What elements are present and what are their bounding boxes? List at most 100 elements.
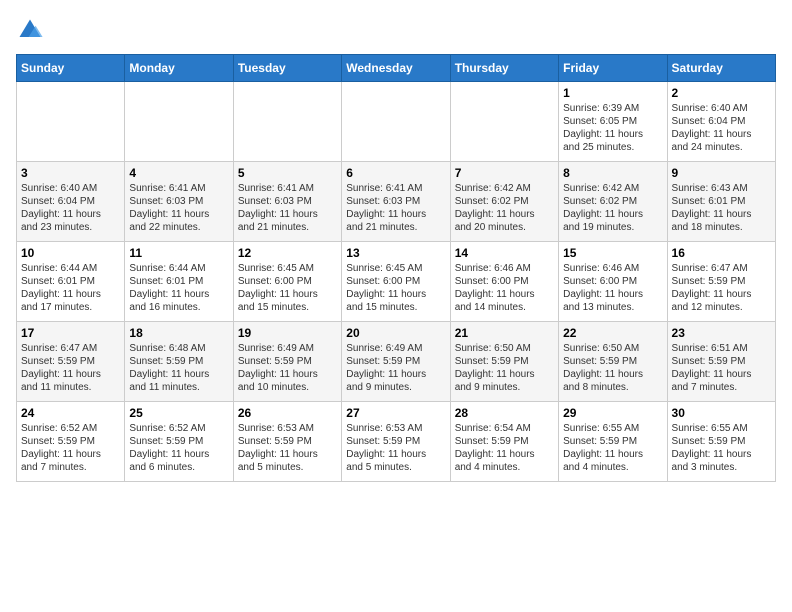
day-info: Sunrise: 6:42 AM Sunset: 6:02 PM Dayligh… (563, 182, 662, 234)
day-number: 29 (563, 406, 662, 420)
calendar-cell: 12 Sunrise: 6:45 AM Sunset: 6:00 PM Dayli… (233, 242, 341, 322)
day-info: Sunrise: 6:50 AM Sunset: 5:59 PM Dayligh… (455, 342, 554, 394)
day-info: Sunrise: 6:46 AM Sunset: 6:00 PM Dayligh… (563, 262, 662, 314)
day-number: 13 (346, 246, 445, 260)
weekday-header-saturday: Saturday (667, 55, 775, 82)
day-info: Sunrise: 6:47 AM Sunset: 5:59 PM Dayligh… (21, 342, 120, 394)
weekday-header-wednesday: Wednesday (342, 55, 450, 82)
logo-icon (16, 16, 44, 44)
weekday-header-monday: Monday (125, 55, 233, 82)
day-number: 4 (129, 166, 228, 180)
calendar-cell: 30 Sunrise: 6:55 AM Sunset: 5:59 PM Dayli… (667, 402, 775, 482)
calendar-cell: 14 Sunrise: 6:46 AM Sunset: 6:00 PM Dayli… (450, 242, 558, 322)
day-number: 12 (238, 246, 337, 260)
calendar-cell: 7 Sunrise: 6:42 AM Sunset: 6:02 PM Daylig… (450, 162, 558, 242)
day-info: Sunrise: 6:50 AM Sunset: 5:59 PM Dayligh… (563, 342, 662, 394)
calendar-cell: 23 Sunrise: 6:51 AM Sunset: 5:59 PM Dayli… (667, 322, 775, 402)
calendar-cell: 28 Sunrise: 6:54 AM Sunset: 5:59 PM Dayli… (450, 402, 558, 482)
day-number: 8 (563, 166, 662, 180)
day-info: Sunrise: 6:53 AM Sunset: 5:59 PM Dayligh… (346, 422, 445, 474)
day-number: 18 (129, 326, 228, 340)
calendar-cell: 18 Sunrise: 6:48 AM Sunset: 5:59 PM Dayli… (125, 322, 233, 402)
calendar-cell: 19 Sunrise: 6:49 AM Sunset: 5:59 PM Dayli… (233, 322, 341, 402)
day-info: Sunrise: 6:41 AM Sunset: 6:03 PM Dayligh… (346, 182, 445, 234)
calendar-cell: 15 Sunrise: 6:46 AM Sunset: 6:00 PM Dayli… (559, 242, 667, 322)
day-info: Sunrise: 6:44 AM Sunset: 6:01 PM Dayligh… (21, 262, 120, 314)
calendar-cell: 25Sunrise: 6:52 AM Sunset: 5:59 PM Dayli… (125, 402, 233, 482)
day-number: 28 (455, 406, 554, 420)
calendar-cell (17, 82, 125, 162)
day-number: 30 (672, 406, 771, 420)
week-row-4: 17 Sunrise: 6:47 AM Sunset: 5:59 PM Dayli… (17, 322, 776, 402)
week-row-5: 24 Sunrise: 6:52 AM Sunset: 5:59 PM Dayli… (17, 402, 776, 482)
day-number: 1 (563, 86, 662, 100)
day-info: Sunrise: 6:47 AM Sunset: 5:59 PM Dayligh… (672, 262, 771, 314)
day-info: Sunrise: 6:43 AM Sunset: 6:01 PM Dayligh… (672, 182, 771, 234)
day-number: 24 (21, 406, 120, 420)
calendar-cell: 5 Sunrise: 6:41 AM Sunset: 6:03 PM Daylig… (233, 162, 341, 242)
day-info: Sunrise: 6:54 AM Sunset: 5:59 PM Dayligh… (455, 422, 554, 474)
day-info: Sunrise: 6:41 AM Sunset: 6:03 PM Dayligh… (238, 182, 337, 234)
page-header (16, 16, 776, 44)
day-info: Sunrise: 6:48 AM Sunset: 5:59 PM Dayligh… (129, 342, 228, 394)
calendar-cell: 9 Sunrise: 6:43 AM Sunset: 6:01 PM Daylig… (667, 162, 775, 242)
day-number: 19 (238, 326, 337, 340)
day-number: 7 (455, 166, 554, 180)
calendar-cell: 20Sunrise: 6:49 AM Sunset: 5:59 PM Dayli… (342, 322, 450, 402)
calendar-cell: 13 Sunrise: 6:45 AM Sunset: 6:00 PM Dayli… (342, 242, 450, 322)
calendar-cell (342, 82, 450, 162)
day-info: Sunrise: 6:51 AM Sunset: 5:59 PM Dayligh… (672, 342, 771, 394)
weekday-header-tuesday: Tuesday (233, 55, 341, 82)
day-info: Sunrise: 6:40 AM Sunset: 6:04 PM Dayligh… (21, 182, 120, 234)
day-number: 10 (21, 246, 120, 260)
day-number: 16 (672, 246, 771, 260)
calendar-cell: 27 Sunrise: 6:53 AM Sunset: 5:59 PM Dayli… (342, 402, 450, 482)
calendar-cell: 1 Sunrise: 6:39 AM Sunset: 6:05 PM Daylig… (559, 82, 667, 162)
day-info: Sunrise: 6:49 AM Sunset: 5:59 PM Dayligh… (238, 342, 337, 394)
calendar-cell: 26Sunrise: 6:53 AM Sunset: 5:59 PM Dayli… (233, 402, 341, 482)
day-info: Sunrise: 6:55 AM Sunset: 5:59 PM Dayligh… (672, 422, 771, 474)
day-number: 6 (346, 166, 445, 180)
calendar-cell: 22 Sunrise: 6:50 AM Sunset: 5:59 PM Dayli… (559, 322, 667, 402)
calendar-cell: 11Sunrise: 6:44 AM Sunset: 6:01 PM Dayli… (125, 242, 233, 322)
weekday-header-friday: Friday (559, 55, 667, 82)
calendar-cell: 8 Sunrise: 6:42 AM Sunset: 6:02 PM Daylig… (559, 162, 667, 242)
day-number: 14 (455, 246, 554, 260)
day-info: Sunrise: 6:39 AM Sunset: 6:05 PM Dayligh… (563, 102, 662, 154)
day-number: 27 (346, 406, 445, 420)
calendar-cell: 4Sunrise: 6:41 AM Sunset: 6:03 PM Daylig… (125, 162, 233, 242)
day-info: Sunrise: 6:45 AM Sunset: 6:00 PM Dayligh… (238, 262, 337, 314)
day-info: Sunrise: 6:52 AM Sunset: 5:59 PM Dayligh… (21, 422, 120, 474)
day-number: 2 (672, 86, 771, 100)
calendar-cell: 29 Sunrise: 6:55 AM Sunset: 5:59 PM Dayli… (559, 402, 667, 482)
calendar-cell: 16 Sunrise: 6:47 AM Sunset: 5:59 PM Dayli… (667, 242, 775, 322)
calendar-cell: 21 Sunrise: 6:50 AM Sunset: 5:59 PM Dayli… (450, 322, 558, 402)
day-info: Sunrise: 6:42 AM Sunset: 6:02 PM Dayligh… (455, 182, 554, 234)
day-info: Sunrise: 6:46 AM Sunset: 6:00 PM Dayligh… (455, 262, 554, 314)
calendar-cell: 6 Sunrise: 6:41 AM Sunset: 6:03 PM Daylig… (342, 162, 450, 242)
day-number: 22 (563, 326, 662, 340)
day-info: Sunrise: 6:45 AM Sunset: 6:00 PM Dayligh… (346, 262, 445, 314)
week-row-2: 3Sunrise: 6:40 AM Sunset: 6:04 PM Daylig… (17, 162, 776, 242)
day-number: 9 (672, 166, 771, 180)
day-number: 20 (346, 326, 445, 340)
calendar-cell: 3Sunrise: 6:40 AM Sunset: 6:04 PM Daylig… (17, 162, 125, 242)
logo (16, 16, 48, 44)
day-info: Sunrise: 6:40 AM Sunset: 6:04 PM Dayligh… (672, 102, 771, 154)
day-info: Sunrise: 6:53 AM Sunset: 5:59 PM Dayligh… (238, 422, 337, 474)
day-number: 23 (672, 326, 771, 340)
day-number: 5 (238, 166, 337, 180)
day-number: 15 (563, 246, 662, 260)
calendar-cell: 24 Sunrise: 6:52 AM Sunset: 5:59 PM Dayli… (17, 402, 125, 482)
calendar-cell: 17 Sunrise: 6:47 AM Sunset: 5:59 PM Dayli… (17, 322, 125, 402)
calendar-table: SundayMondayTuesdayWednesdayThursdayFrid… (16, 54, 776, 482)
weekday-header-sunday: Sunday (17, 55, 125, 82)
calendar-cell: 10 Sunrise: 6:44 AM Sunset: 6:01 PM Dayli… (17, 242, 125, 322)
weekday-header-thursday: Thursday (450, 55, 558, 82)
day-info: Sunrise: 6:55 AM Sunset: 5:59 PM Dayligh… (563, 422, 662, 474)
weekday-header-row: SundayMondayTuesdayWednesdayThursdayFrid… (17, 55, 776, 82)
day-number: 21 (455, 326, 554, 340)
day-number: 25 (129, 406, 228, 420)
day-info: Sunrise: 6:44 AM Sunset: 6:01 PM Dayligh… (129, 262, 228, 314)
day-number: 17 (21, 326, 120, 340)
